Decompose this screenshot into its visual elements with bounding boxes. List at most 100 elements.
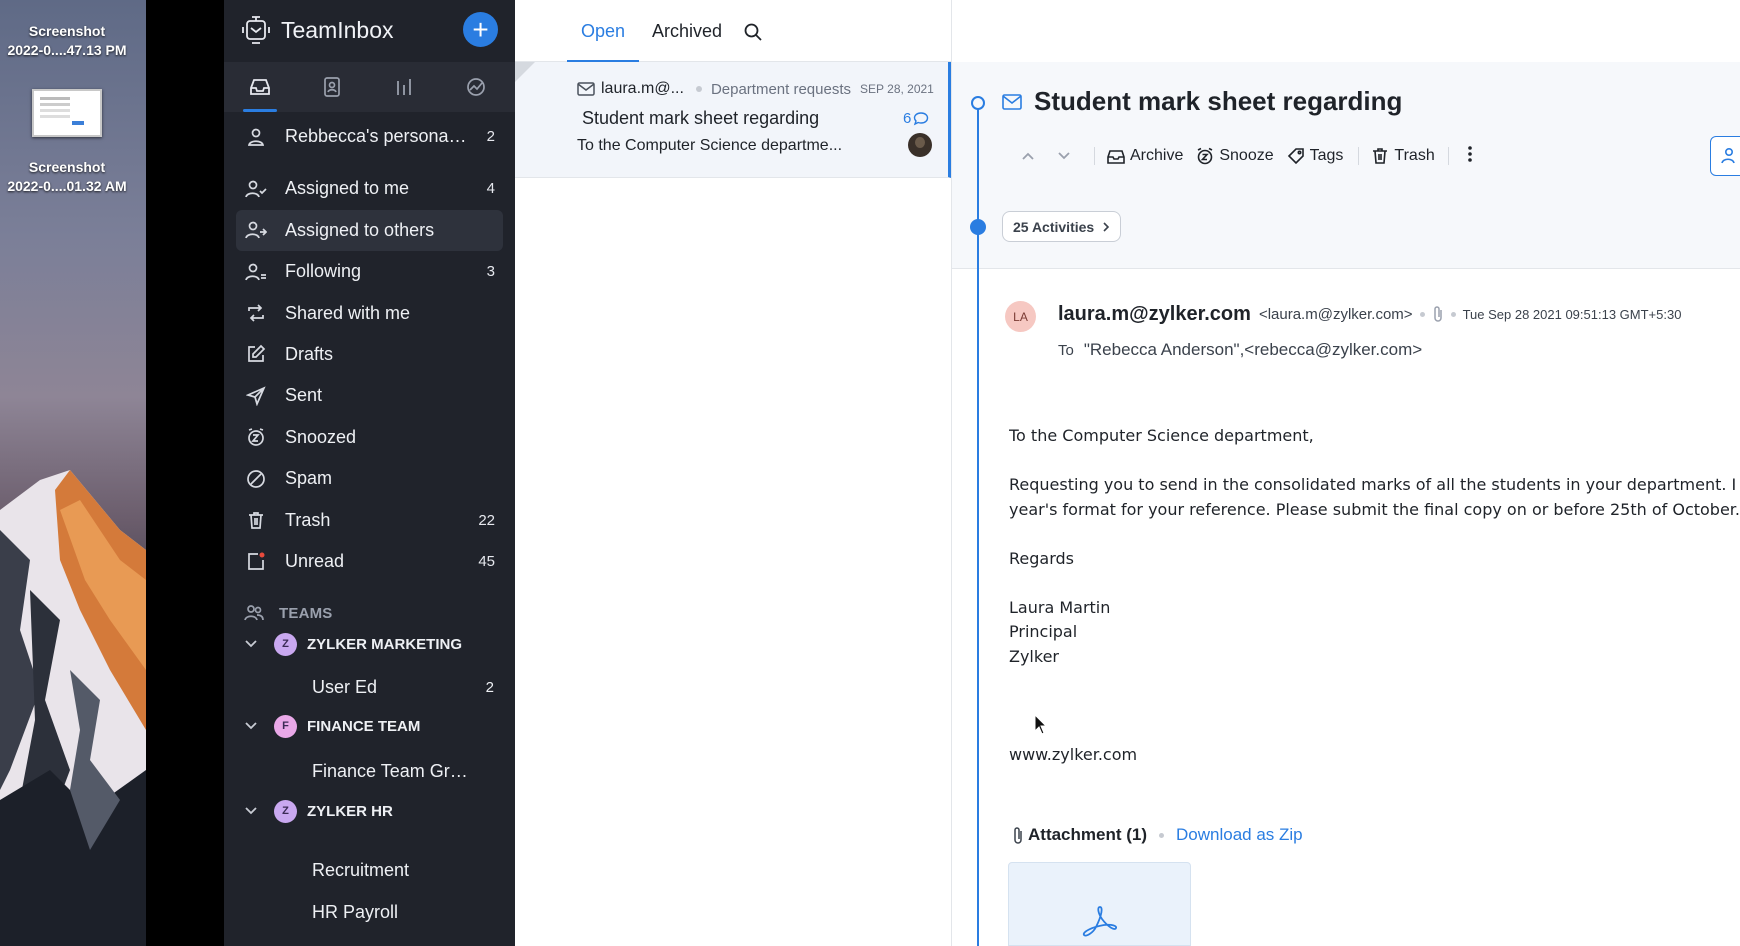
unread-icon [244, 549, 268, 573]
window-gap [146, 0, 224, 946]
sidebar-item-shared-with-me[interactable]: Shared with me [236, 293, 503, 334]
message-reader-panel: Student mark sheet regarding Archive Sno… [951, 0, 1740, 946]
sidebar-item-drafts[interactable]: Drafts [236, 334, 503, 375]
sidebar-item-label: Rebbecca's personal in... [285, 126, 467, 146]
tab-archived[interactable]: Archived [652, 0, 722, 62]
list-tabs: Open Archived [515, 0, 951, 62]
desktop-file-label-1[interactable]: Screenshot 2022-0....47.13 PM [0, 22, 134, 60]
tags-label: Tags [1309, 147, 1344, 164]
timeline-activity-marker [970, 219, 986, 235]
tab-reports[interactable] [368, 62, 440, 112]
sender-line: laura.m@zylker.com <laura.m@zylker.com> … [1058, 302, 1681, 326]
signature-website[interactable]: www.zylker.com [1009, 743, 1740, 768]
list-item[interactable]: laura.m@... Department requests SEP 28, … [515, 62, 951, 178]
desktop-file-label-2[interactable]: Screenshot 2022-0....01.32 AM [0, 158, 134, 196]
toolbar-divider [1447, 147, 1449, 165]
signature-role: Principal [1009, 622, 1078, 641]
sidebar-item-assigned-to-others[interactable]: Assigned to others [236, 209, 503, 251]
sender-name[interactable]: laura.m@zylker.com [1058, 303, 1251, 326]
download-zip-link[interactable]: Download as Zip [1176, 825, 1303, 845]
avatar [908, 133, 932, 157]
sidebar-item-label: Assigned to others [285, 219, 435, 240]
sidebar-item-spam[interactable]: Spam [236, 458, 503, 499]
team-sub-label: Recruitment [312, 859, 410, 880]
trash-button[interactable]: Trash [1371, 147, 1435, 165]
recipient-line: To "Rebecca Anderson",<rebecca@zylker.co… [1058, 340, 1422, 360]
sidebar-item-label: Shared with me [285, 302, 411, 323]
chevron-down-icon[interactable] [1046, 151, 1082, 161]
separator-dot [1419, 311, 1425, 317]
sidebar-item-count: 45 [478, 552, 495, 570]
sidebar-item-label: Drafts [285, 343, 334, 364]
snooze-button[interactable]: Snooze [1196, 147, 1274, 165]
chevron-down-icon[interactable] [244, 806, 260, 816]
team-sub-label: Finance Team Grou... [312, 760, 472, 781]
trash-icon [1373, 148, 1388, 164]
list-item-date: SEP 28, 2021 [860, 82, 934, 96]
compose-button[interactable]: + [463, 12, 498, 47]
sidebar-item-finance-team-group[interactable]: Finance Team Grou... [312, 751, 502, 791]
conversation-list-panel: Open Archived laura.m@... Department req… [515, 0, 951, 946]
analytics-icon [467, 78, 485, 96]
desktop-file-date: 2022-0....47.13 PM [7, 42, 127, 58]
inbox-icon [250, 79, 270, 95]
attachment-thumbnail[interactable] [1008, 862, 1191, 946]
sidebar-item-snoozed[interactable]: Snoozed [236, 417, 503, 458]
sidebar-item-label: Trash [285, 509, 331, 530]
chevron-down-icon[interactable] [244, 721, 260, 731]
assign-user-icon [1721, 147, 1735, 164]
sidebar-item-sent[interactable]: Sent [236, 375, 503, 416]
app-brand[interactable]: TeamInbox [241, 12, 394, 48]
search-icon[interactable] [743, 22, 763, 47]
assigned-to-others-icon [244, 218, 268, 242]
tab-inbox[interactable] [224, 62, 296, 112]
team-sub-label: User Ed [312, 676, 378, 697]
desktop-file-date: 2022-0....01.32 AM [7, 178, 127, 194]
trash-label: Trash [1394, 147, 1435, 164]
tab-contacts[interactable] [296, 62, 368, 112]
activities-button[interactable]: 25 Activities [1002, 211, 1122, 242]
sidebar-item-unread[interactable]: Unread 45 [236, 541, 503, 582]
sidebar-item-label: Snoozed [285, 426, 357, 447]
list-item-preview: To the Computer Science departme... [577, 137, 843, 154]
chevron-down-icon[interactable] [244, 639, 260, 649]
archive-label: Archive [1130, 147, 1184, 164]
archive-button[interactable]: Archive [1107, 147, 1183, 165]
teams-header: TEAMS [244, 604, 333, 622]
team-sub-count: 2 [485, 678, 494, 696]
sidebar-item-count: 4 [486, 180, 495, 198]
chevron-up-icon[interactable] [1010, 151, 1046, 161]
sidebar-item-hr-payroll[interactable]: HR Payroll [312, 892, 502, 932]
spam-icon [244, 467, 268, 491]
body-greeting: To the Computer Science department, [1009, 426, 1314, 445]
unread-corner-marker [515, 62, 535, 82]
snooze-label: Snooze [1219, 147, 1274, 164]
tab-open[interactable]: Open [566, 0, 640, 62]
team-zylker-hr[interactable]: Z ZYLKER HR [244, 791, 504, 831]
sidebar-item-personal-inbox[interactable]: Rebbecca's personal in... 2 [236, 116, 503, 157]
archive-icon [1107, 150, 1125, 164]
list-item-subject: Student mark sheet regarding [582, 108, 820, 128]
assign-button[interactable] [1710, 136, 1740, 176]
sidebar-item-user-ed[interactable]: User Ed 2 [312, 667, 502, 707]
thread-count-value: 6 [903, 110, 912, 127]
message-subject: Student mark sheet regarding [1034, 86, 1403, 116]
sidebar-item-recruitment[interactable]: Recruitment [312, 850, 502, 890]
following-icon [244, 260, 268, 284]
toolbar-divider [1094, 147, 1095, 165]
sidebar-item-following[interactable]: Following 3 [236, 251, 503, 292]
sidebar-item-assigned-to-me[interactable]: Assigned to me 4 [236, 168, 503, 209]
signature-name: Laura Martin [1009, 597, 1111, 617]
separator-dot [1450, 311, 1456, 317]
team-name: FINANCE TEAM [307, 717, 421, 735]
separator-dot [695, 86, 702, 92]
desktop-file-thumbnail[interactable] [32, 89, 102, 137]
team-zylker-marketing[interactable]: Z ZYLKER MARKETING [244, 624, 504, 664]
sidebar-item-trash[interactable]: Trash 22 [236, 500, 503, 541]
tags-button[interactable]: Tags [1287, 147, 1344, 165]
body-closing: Regards [1009, 548, 1074, 568]
tab-analytics[interactable] [440, 62, 512, 112]
drafts-icon [244, 342, 268, 366]
team-finance[interactable]: F FINANCE TEAM [244, 706, 504, 746]
more-options-icon[interactable] [1467, 145, 1473, 168]
